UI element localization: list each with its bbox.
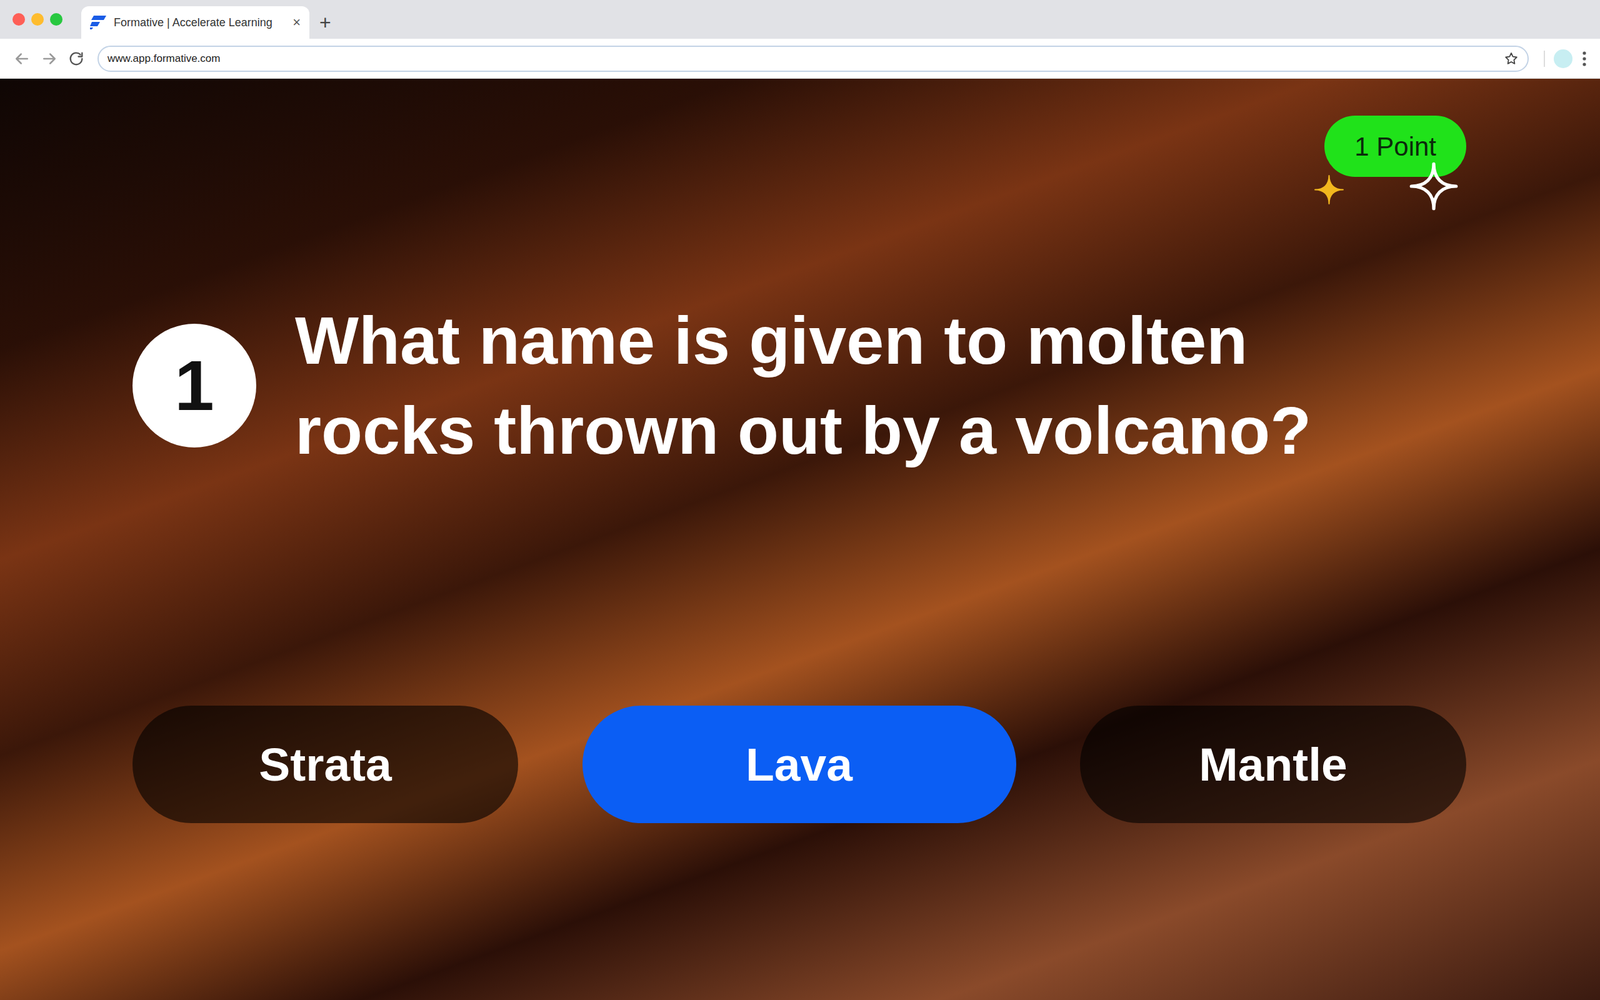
question-row: 1 What name is given to molten rocks thr… [132, 295, 1467, 476]
answer-label: Strata [258, 729, 392, 800]
close-window-icon[interactable] [12, 13, 25, 26]
menu-dots-icon[interactable] [1581, 50, 1588, 68]
points-text: 1 Point [1354, 126, 1437, 167]
answer-label: Mantle [1198, 729, 1348, 800]
reload-icon[interactable] [67, 50, 85, 68]
answer-button[interactable]: Strata [132, 705, 519, 824]
points-badge: 1 Point [1324, 115, 1467, 177]
white-sparkle-icon [1409, 161, 1459, 211]
minimize-window-icon[interactable] [31, 13, 44, 26]
points-badge-wrap: 1 Point [1324, 115, 1467, 177]
tab-close-button[interactable]: × [292, 15, 301, 30]
browser-tab[interactable]: Formative | Accelerate Learning × [81, 6, 310, 39]
yellow-sparkle-icon [1313, 174, 1345, 205]
question-text: What name is given to molten rocks throw… [295, 295, 1370, 476]
question-number: 1 [174, 350, 214, 422]
formative-logo-icon [90, 15, 107, 30]
answer-list: Strata Lava Mantle [132, 705, 1467, 824]
browser-window: Formative | Accelerate Learning × + www.… [0, 0, 1600, 1000]
forward-arrow-icon[interactable] [40, 49, 59, 69]
answer-button[interactable]: Mantle [1080, 705, 1467, 824]
bookmark-star-icon[interactable] [1503, 51, 1519, 67]
badge-row: 1 Point [132, 115, 1467, 177]
answer-button[interactable]: Lava [582, 705, 1017, 824]
address-bar[interactable]: www.app.formative.com [97, 45, 1529, 72]
tab-bar: Formative | Accelerate Learning × + [0, 0, 1600, 39]
back-arrow-icon[interactable] [12, 49, 32, 69]
answer-label: Lava [745, 729, 853, 800]
quiz-stage: 1 Point 1 What name is given to molten r… [0, 78, 1600, 1000]
toolbar-divider [1543, 50, 1545, 67]
window-controls [12, 0, 63, 39]
toolbar: www.app.formative.com [0, 38, 1600, 79]
profile-avatar-icon[interactable] [1553, 49, 1573, 69]
new-tab-button[interactable]: + [319, 6, 332, 39]
question-number-circle: 1 [132, 323, 257, 448]
url-text: www.app.formative.com [107, 50, 1504, 67]
maximize-window-icon[interactable] [50, 13, 63, 26]
tab-title: Formative | Accelerate Learning [113, 14, 285, 32]
